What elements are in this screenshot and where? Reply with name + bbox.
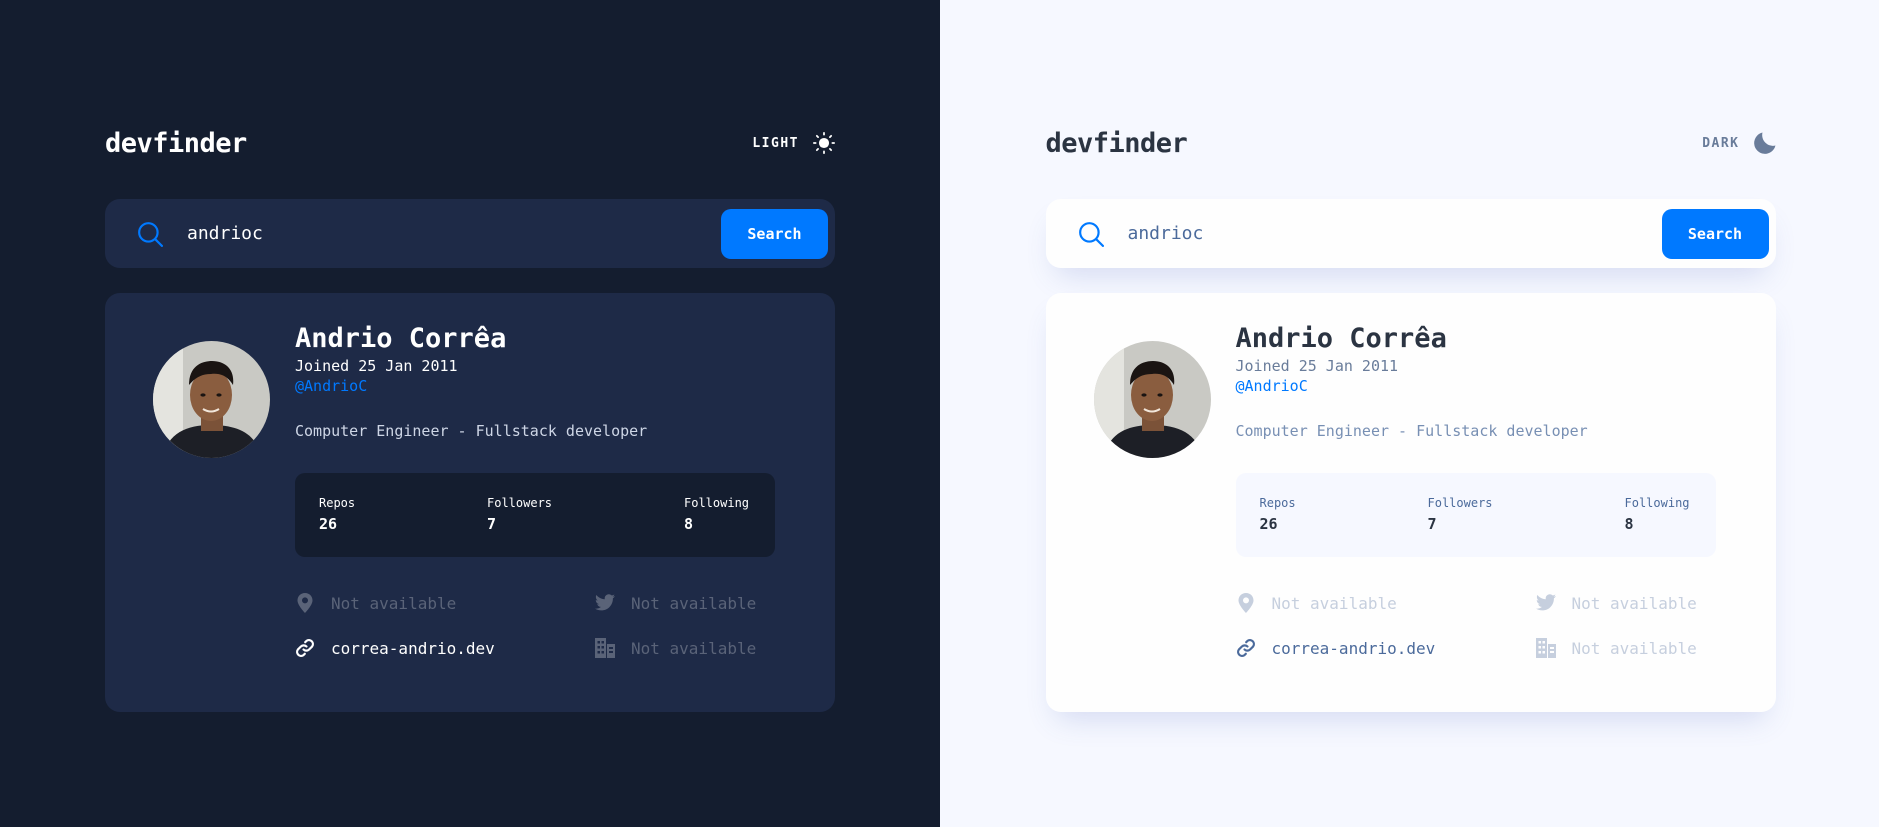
- office-building-icon: [595, 638, 615, 658]
- header: devfinder LIGHT: [105, 120, 835, 166]
- stat-value: 26: [1259, 515, 1278, 533]
- twitter-text: Not available: [1571, 593, 1697, 613]
- company-text: Not available: [631, 638, 757, 658]
- search-icon: [138, 221, 163, 247]
- stat-label: Following: [684, 496, 750, 510]
- profile-info: Andrio Corrêa Joined 25 Jan 2011 @Andrio…: [295, 321, 775, 441]
- profile-info: Andrio Corrêa Joined 25 Jan 2011 @Andrio…: [1236, 321, 1716, 441]
- search-input[interactable]: [187, 223, 721, 244]
- location-text: Not available: [1271, 593, 1397, 613]
- search-button[interactable]: Search: [721, 208, 828, 259]
- theme-toggle-button[interactable]: LIGHT: [752, 132, 835, 154]
- profile-handle-link[interactable]: @AndrioC: [295, 377, 367, 396]
- joined-date: Joined 25 Jan 2011: [295, 357, 458, 375]
- logo: devfinder: [1045, 127, 1188, 159]
- twitter-icon: [595, 594, 615, 611]
- search-icon: [1078, 221, 1104, 247]
- app-container: devfinder DARK Search: [1045, 120, 1776, 712]
- dark-theme-panel: devfinder LIGHT Search: [0, 0, 940, 827]
- avatar-image: [1093, 341, 1211, 458]
- stat-repos: Repos 26: [1260, 495, 1296, 534]
- stat-followers: Followers 7: [1428, 495, 1493, 534]
- stat-label: Followers: [487, 496, 553, 510]
- website-text: correa-andrio.dev: [1271, 638, 1436, 658]
- location-item: Not available: [1236, 593, 1397, 613]
- stat-label: Following: [1624, 496, 1690, 510]
- profile-handle-link[interactable]: @AndrioC: [1236, 377, 1308, 396]
- stats-box: Repos 26 Followers 7 Following 8: [1235, 473, 1716, 557]
- twitter-icon: [1535, 594, 1556, 611]
- stat-repos: Repos 26: [319, 495, 355, 534]
- profile-bio: Computer Engineer - Fullstack developer: [295, 422, 648, 440]
- logo: devfinder: [105, 127, 247, 159]
- search-input[interactable]: [1127, 223, 1662, 244]
- stat-label: Repos: [1259, 496, 1296, 510]
- joined-date: Joined 25 Jan 2011: [1235, 357, 1399, 375]
- avatar-image: [153, 341, 270, 458]
- avatar: [1093, 341, 1211, 458]
- location-pin-icon: [1238, 593, 1253, 613]
- link-icon: [1236, 639, 1255, 657]
- twitter-item: Not available: [595, 593, 756, 613]
- search-button[interactable]: Search: [1661, 208, 1769, 259]
- theme-toggle-button[interactable]: DARK: [1702, 132, 1775, 154]
- header: devfinder DARK: [1046, 120, 1776, 166]
- link-icon: [296, 639, 314, 657]
- stats-box: Repos 26 Followers 7 Following 8: [295, 473, 775, 557]
- stat-following: Following 8: [684, 495, 749, 534]
- company-item: Not available: [595, 638, 756, 658]
- location-text: Not available: [331, 593, 457, 613]
- stat-label: Repos: [319, 496, 356, 510]
- profile-card: Andrio Corrêa Joined 25 Jan 2011 @Andrio…: [1045, 293, 1776, 712]
- location-pin-icon: [297, 593, 313, 613]
- search-bar: Search: [1045, 199, 1776, 268]
- light-theme-panel: devfinder DARK Search: [939, 0, 1879, 827]
- website-link[interactable]: correa-andrio.dev: [1236, 638, 1436, 658]
- sun-icon: [813, 132, 835, 154]
- office-building-icon: [1535, 638, 1556, 658]
- search-bar: Search: [105, 199, 835, 268]
- stat-value: 26: [319, 515, 338, 533]
- company-item: Not available: [1535, 638, 1697, 658]
- stat-label: Followers: [1427, 496, 1493, 510]
- theme-toggle-label: LIGHT: [752, 135, 799, 151]
- location-item: Not available: [295, 593, 456, 613]
- stat-value: 8: [1624, 515, 1634, 533]
- website-link[interactable]: correa-andrio.dev: [295, 638, 495, 658]
- profile-bio: Computer Engineer - Fullstack developer: [1235, 422, 1588, 440]
- stat-value: 7: [487, 515, 497, 533]
- theme-toggle-label: DARK: [1702, 135, 1740, 151]
- stat-followers: Followers 7: [487, 495, 552, 534]
- app-container: devfinder LIGHT Search: [105, 120, 835, 712]
- profile-name: Andrio Corrêa: [295, 323, 507, 354]
- twitter-item: Not available: [1535, 593, 1697, 613]
- profile-card: Andrio Corrêa Joined 25 Jan 2011 @Andrio…: [105, 293, 835, 712]
- twitter-text: Not available: [631, 593, 757, 613]
- stat-following: Following 8: [1625, 495, 1690, 534]
- avatar: [153, 341, 270, 458]
- moon-icon: [1753, 132, 1775, 154]
- profile-name: Andrio Corrêa: [1235, 323, 1447, 354]
- stat-value: 8: [684, 515, 694, 533]
- company-text: Not available: [1571, 638, 1697, 658]
- stat-value: 7: [1427, 515, 1437, 533]
- website-text: correa-andrio.dev: [331, 638, 495, 658]
